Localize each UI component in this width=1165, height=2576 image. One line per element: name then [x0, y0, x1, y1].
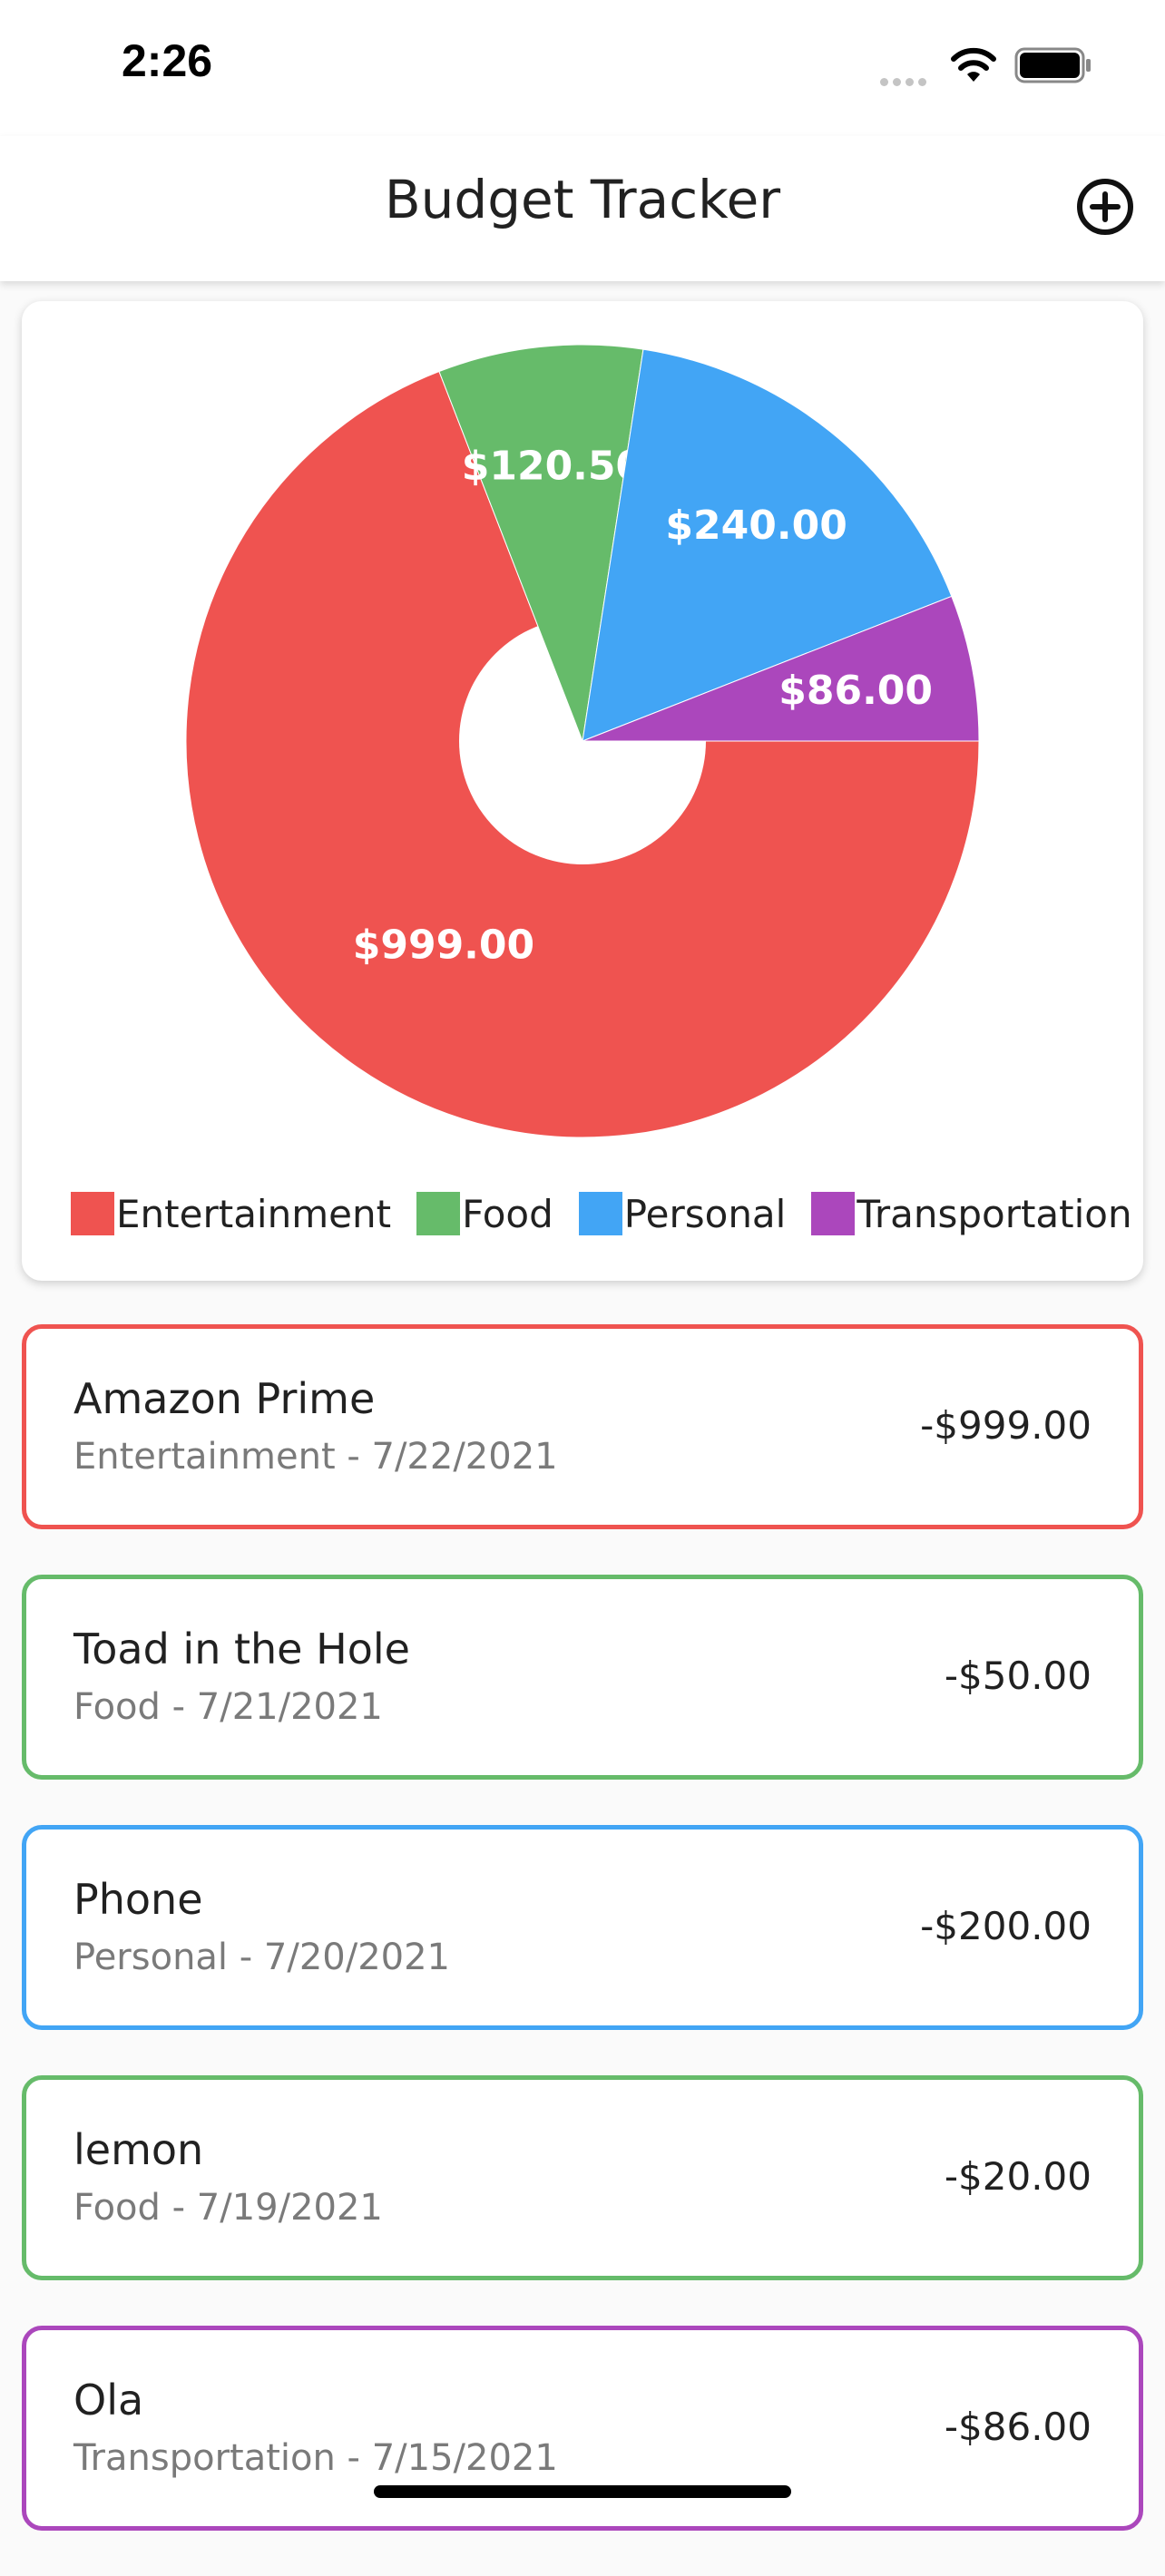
transaction-subtitle: Food - 7/21/2021 [73, 1686, 383, 1728]
transaction-card[interactable]: Phone Personal - 7/20/2021 -$200.00 [22, 1825, 1143, 2030]
legend-item-food: Food [416, 1192, 553, 1236]
legend-swatch [811, 1192, 856, 1235]
page-title: Budget Tracker [384, 169, 781, 230]
cellular-signal-icon [880, 73, 931, 90]
transaction-card[interactable]: lemon Food - 7/19/2021 -$20.00 [22, 2075, 1143, 2280]
transaction-subtitle: Transportation - 7/15/2021 [73, 2437, 558, 2479]
transaction-amount: -$50.00 [944, 1654, 1092, 1698]
legend-label: Transportation [857, 1191, 1132, 1236]
transaction-name: Ola [73, 2376, 144, 2425]
slice-label-personal: $240.00 [665, 503, 847, 549]
home-indicator [374, 2485, 791, 2498]
transaction-card[interactable]: Toad in the Hole Food - 7/21/2021 -$50.00 [22, 1575, 1143, 1780]
legend-item-personal: Personal [578, 1191, 787, 1236]
transaction-name: lemon [73, 2125, 204, 2174]
transaction-name: Phone [73, 1875, 203, 1924]
app-bar: Budget Tracker [0, 136, 1165, 281]
transaction-subtitle: Personal - 7/20/2021 [73, 1937, 450, 1978]
chart-card: $999.00 $120.50 $240.00 $86.00 Entertainmen… [22, 301, 1143, 1281]
legend-swatch [416, 1192, 461, 1235]
legend-label: Food [462, 1191, 553, 1236]
slice-label-food: $120.50 [462, 443, 643, 489]
transaction-amount: -$20.00 [944, 2154, 1092, 2199]
transaction-amount: -$999.00 [920, 1403, 1092, 1448]
transaction-card[interactable]: Amazon Prime Entertainment - 7/22/2021 -$9… [22, 1324, 1143, 1529]
add-transaction-button[interactable] [1072, 174, 1138, 239]
transaction-amount: -$86.00 [944, 2405, 1092, 2449]
plus-circle-icon [1077, 179, 1133, 235]
slice-label-transportation: $86.00 [778, 668, 933, 714]
transaction-list: Amazon Prime Entertainment - 7/22/2021 -$9… [22, 1324, 1143, 2576]
status-time: 2:26 [122, 35, 213, 86]
legend-item-transportation: Transportation [811, 1191, 1132, 1236]
status-bar: 2:26 [0, 0, 1165, 136]
transaction-name: Amazon Prime [73, 1374, 376, 1423]
transaction-subtitle: Entertainment - 7/22/2021 [73, 1436, 558, 1478]
legend-item-entertainment: Entertainment [71, 1192, 391, 1236]
transaction-name: Toad in the Hole [73, 1625, 410, 1673]
chart-legend: Entertainment Food Personal Transportation [71, 1190, 1158, 1237]
transaction-amount: -$200.00 [920, 1904, 1092, 1948]
legend-swatch [578, 1192, 622, 1235]
slice-label-entertainment: $999.00 [353, 922, 534, 969]
legend-label: Entertainment [116, 1191, 392, 1236]
transaction-subtitle: Food - 7/19/2021 [73, 2187, 383, 2229]
legend-swatch [71, 1192, 114, 1235]
battery-icon [1014, 47, 1091, 83]
wifi-icon [951, 47, 996, 82]
transaction-card[interactable]: Ola Transportation - 7/15/2021 -$86.00 [22, 2326, 1143, 2531]
pie-chart: $999.00 $120.50 $240.00 $86.00 [185, 344, 980, 1138]
legend-label: Personal [623, 1191, 787, 1236]
